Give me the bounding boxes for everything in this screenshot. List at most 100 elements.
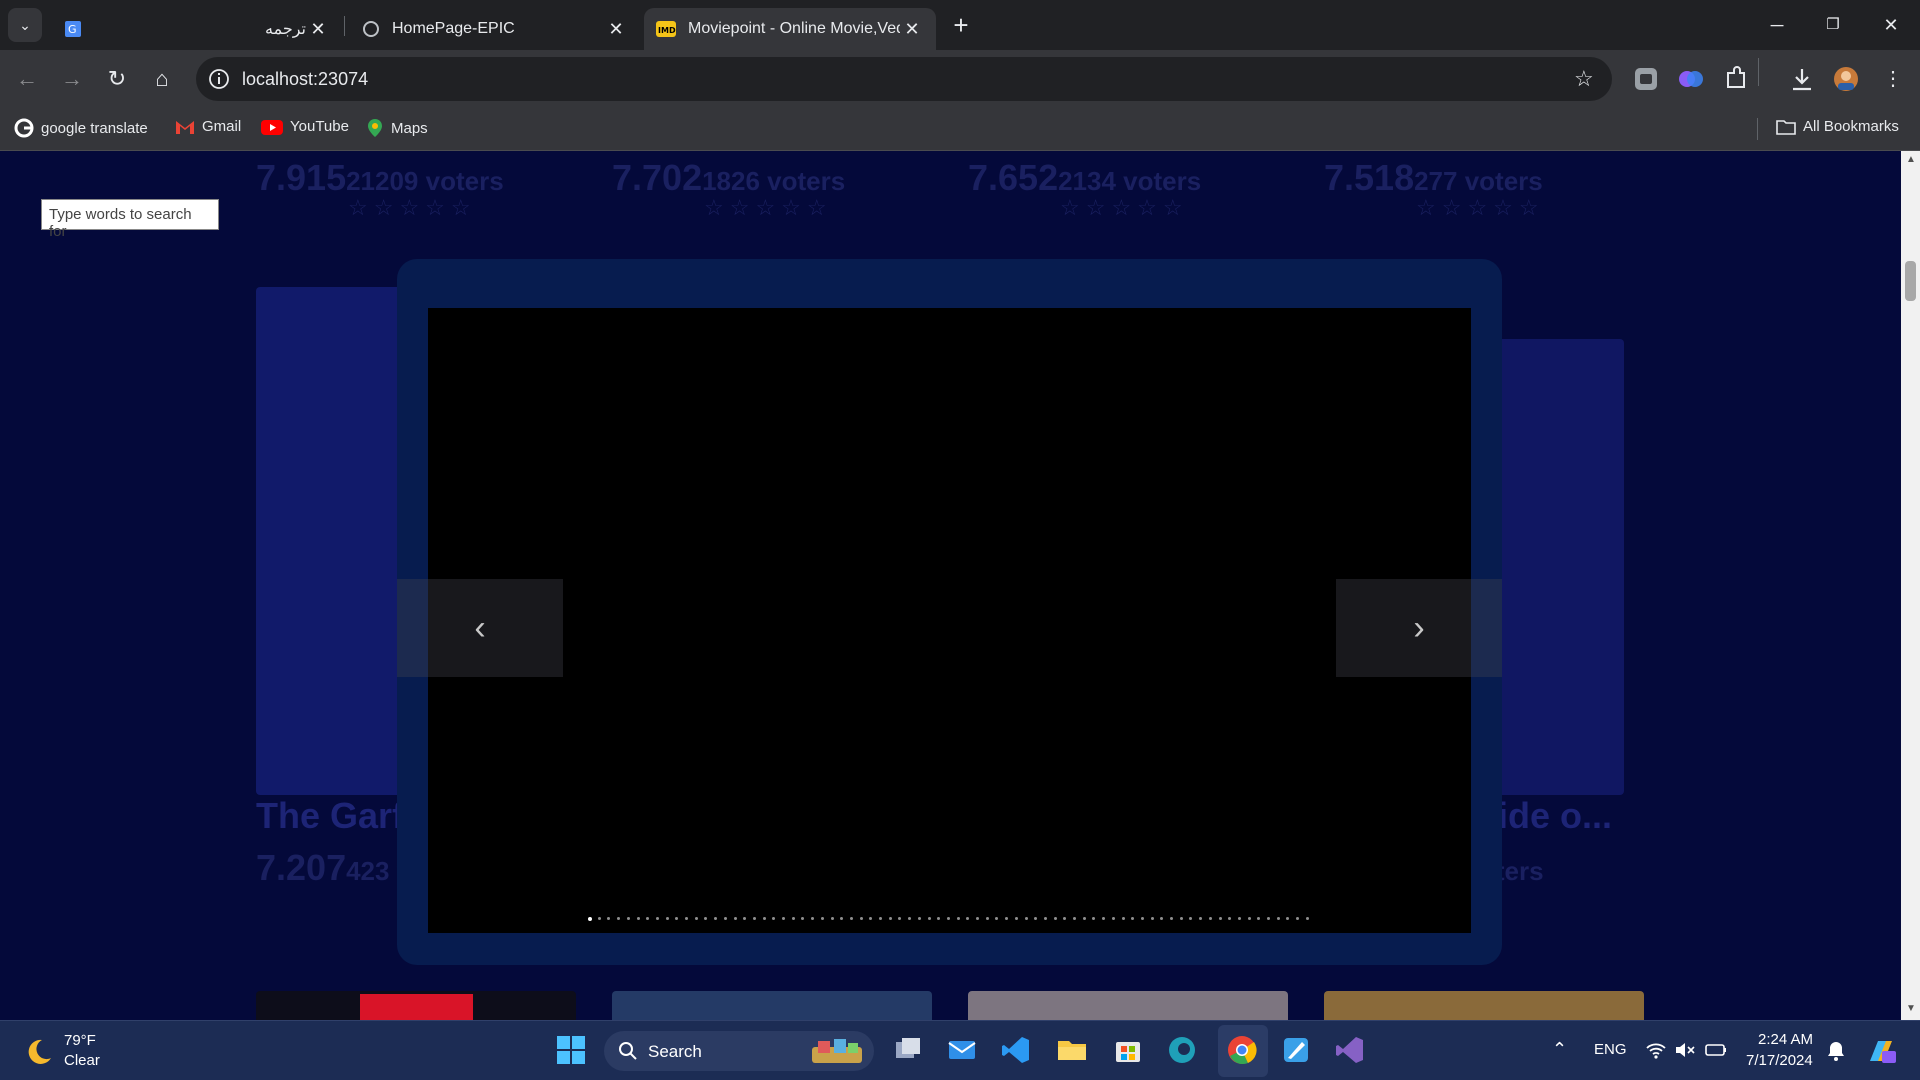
carousel-dot[interactable] xyxy=(1053,917,1057,920)
carousel-dot[interactable] xyxy=(636,917,640,920)
clock-time[interactable]: 2:24 AM xyxy=(1758,1031,1813,1048)
carousel-dot[interactable] xyxy=(1121,917,1125,920)
all-bookmarks-button[interactable]: All Bookmarks xyxy=(1776,118,1899,135)
scrollbar-thumb[interactable] xyxy=(1905,261,1916,301)
carousel-dot[interactable] xyxy=(685,917,688,920)
carousel-dot[interactable] xyxy=(762,917,766,920)
chrome-menu-button[interactable]: ⋮ xyxy=(1876,62,1910,96)
tab-close-icon[interactable]: ✕ xyxy=(306,19,330,40)
restore-button[interactable]: ❐ xyxy=(1810,10,1856,40)
carousel-dot[interactable] xyxy=(917,917,921,920)
carousel-dot[interactable] xyxy=(927,917,931,920)
carousel-dot[interactable] xyxy=(791,917,795,920)
edge-icon[interactable] xyxy=(1166,1034,1198,1066)
carousel-dot[interactable] xyxy=(946,917,950,920)
carousel-dot[interactable] xyxy=(655,917,659,920)
tab-close-icon[interactable]: ✕ xyxy=(604,19,628,40)
extension-copilot-icon[interactable] xyxy=(1677,65,1705,93)
extension-shield-icon[interactable] xyxy=(1632,65,1660,93)
tab-search-button[interactable]: ⌄ xyxy=(8,8,42,42)
file-explorer-icon[interactable] xyxy=(1056,1034,1088,1066)
carousel-dot[interactable] xyxy=(859,917,863,920)
carousel-dot[interactable] xyxy=(723,917,727,920)
carousel-dot[interactable] xyxy=(888,917,892,920)
bookmark-google-translate[interactable]: google translate xyxy=(14,118,148,138)
clock-date[interactable]: 7/17/2024 xyxy=(1746,1052,1813,1069)
movie-poster[interactable] xyxy=(1324,991,1644,1020)
weather-moon-icon[interactable] xyxy=(24,1037,54,1067)
carousel-dot[interactable] xyxy=(1140,917,1144,920)
carousel-dot[interactable] xyxy=(1247,917,1251,920)
scroll-up-arrow-icon[interactable]: ▲ xyxy=(1906,154,1916,165)
carousel-dot[interactable] xyxy=(1014,917,1018,920)
tab-close-icon[interactable]: ✕ xyxy=(900,19,924,40)
carousel-dot[interactable] xyxy=(1208,917,1212,920)
task-view-icon[interactable] xyxy=(892,1034,924,1066)
movie-poster[interactable] xyxy=(612,991,932,1020)
start-windows-icon[interactable] xyxy=(555,1034,587,1066)
extensions-puzzle-icon[interactable] xyxy=(1722,65,1750,93)
language-indicator[interactable]: ENG xyxy=(1594,1041,1627,1058)
carousel-dot[interactable] xyxy=(1024,917,1028,920)
mail-icon[interactable] xyxy=(946,1034,978,1066)
carousel-dot[interactable] xyxy=(1150,917,1154,920)
carousel-dot[interactable] xyxy=(626,917,630,920)
home-button[interactable]: ⌂ xyxy=(145,62,179,96)
carousel-dot[interactable] xyxy=(830,917,834,920)
movie-poster[interactable] xyxy=(968,991,1288,1020)
tab-moviepoint[interactable]: IMDb Moviepoint - Online Movie,Ved ✕ xyxy=(644,8,936,50)
carousel-dot[interactable] xyxy=(694,917,698,920)
microsoft-store-icon[interactable] xyxy=(1112,1034,1144,1066)
minimize-button[interactable]: ─ xyxy=(1754,10,1800,40)
bookmark-gmail[interactable]: Gmail xyxy=(175,118,241,135)
carousel-next-button[interactable]: › xyxy=(1336,579,1502,677)
carousel-dot[interactable] xyxy=(1111,917,1115,920)
carousel-dot[interactable] xyxy=(985,917,989,920)
weather-temperature[interactable]: 79°F xyxy=(64,1032,96,1049)
carousel-dot[interactable] xyxy=(1237,917,1241,920)
new-tab-button[interactable]: + xyxy=(944,8,978,42)
wifi-icon[interactable] xyxy=(1645,1041,1667,1059)
close-window-button[interactable]: ✕ xyxy=(1868,10,1914,40)
carousel-dot[interactable] xyxy=(1082,917,1086,920)
address-bar[interactable]: localhost:23074 ☆ xyxy=(196,57,1612,101)
carousel-dot[interactable] xyxy=(1276,917,1280,920)
bookmark-star-icon[interactable]: ☆ xyxy=(1574,66,1594,92)
carousel-dot[interactable] xyxy=(733,917,737,920)
scroll-down-arrow-icon[interactable]: ▼ xyxy=(1906,1003,1916,1014)
carousel-dot[interactable] xyxy=(879,917,882,920)
carousel-dot[interactable] xyxy=(1179,917,1183,920)
notification-bell-icon[interactable] xyxy=(1826,1040,1846,1062)
carousel-dot[interactable] xyxy=(1043,917,1047,920)
movie-title[interactable]: The Garfi xyxy=(256,795,414,837)
tab-homepage-epic[interactable]: HomePage-EPIC ✕ xyxy=(350,8,640,50)
carousel-dot[interactable] xyxy=(1170,917,1173,920)
carousel-dot[interactable] xyxy=(849,917,853,920)
bookmark-maps[interactable]: Maps xyxy=(366,118,428,138)
carousel-dot[interactable] xyxy=(1218,917,1222,920)
carousel-dot[interactable] xyxy=(1305,917,1309,920)
carousel-dot[interactable] xyxy=(956,917,960,920)
copilot-icon[interactable] xyxy=(1864,1035,1898,1067)
page-scrollbar[interactable]: ▲ ▼ xyxy=(1901,151,1920,1020)
carousel-dot[interactable] xyxy=(820,917,824,920)
volume-muted-icon[interactable] xyxy=(1674,1041,1696,1059)
show-hidden-icons-button[interactable]: ⌃ xyxy=(1552,1039,1567,1060)
carousel-dot[interactable] xyxy=(588,917,592,921)
download-icon[interactable] xyxy=(1788,65,1816,93)
profile-avatar[interactable] xyxy=(1832,65,1860,93)
taskbar-search-box[interactable]: Search xyxy=(604,1031,874,1071)
carousel-dot[interactable] xyxy=(752,917,756,920)
carousel-dot[interactable] xyxy=(782,917,785,920)
visual-studio-icon[interactable] xyxy=(1334,1034,1366,1066)
tab-translate[interactable]: G ترجمه ✕ xyxy=(52,8,342,50)
reload-button[interactable]: ↻ xyxy=(100,62,134,96)
weather-condition[interactable]: Clear xyxy=(64,1052,100,1069)
carousel-dot[interactable] xyxy=(976,917,979,920)
vscode-icon[interactable] xyxy=(1000,1034,1032,1066)
site-info-icon[interactable] xyxy=(208,68,230,90)
chrome-icon[interactable] xyxy=(1226,1034,1258,1066)
battery-icon[interactable] xyxy=(1704,1041,1728,1059)
paint-app-icon[interactable] xyxy=(1280,1034,1312,1066)
forward-button[interactable]: → xyxy=(55,62,89,96)
